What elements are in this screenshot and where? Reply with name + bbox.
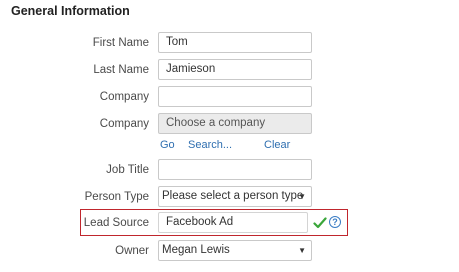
last-name-input[interactable]: Jamieson xyxy=(158,59,312,80)
company-label: Company xyxy=(99,91,149,103)
owner-select[interactable]: Megan Lewis ▼ xyxy=(158,240,312,261)
job-title-input[interactable] xyxy=(158,159,312,180)
company-choose-label: Company xyxy=(99,118,149,130)
section-title: General Information xyxy=(11,4,130,18)
company-go-link[interactable]: Go xyxy=(160,139,175,151)
person-type-value: Please select a person type xyxy=(162,190,304,202)
company-choose-field[interactable]: Choose a company xyxy=(158,113,312,134)
first-name-label: First Name xyxy=(92,37,149,49)
chevron-down-icon: ▼ xyxy=(298,246,306,255)
first-name-input[interactable]: Tom xyxy=(158,32,312,53)
last-name-label: Last Name xyxy=(93,64,149,76)
check-icon xyxy=(313,217,327,229)
company-input[interactable] xyxy=(158,86,312,107)
lead-source-input[interactable]: Facebook Ad xyxy=(158,212,308,233)
job-title-label: Job Title xyxy=(106,164,149,176)
company-search-link[interactable]: Search... xyxy=(188,139,232,151)
owner-label: Owner xyxy=(115,245,149,257)
company-clear-link[interactable]: Clear xyxy=(264,139,290,151)
person-type-select[interactable]: Please select a person type ▼ xyxy=(158,186,312,207)
help-icon[interactable]: ? xyxy=(329,216,341,228)
chevron-down-icon: ▼ xyxy=(298,192,306,201)
person-type-label: Person Type xyxy=(84,191,149,203)
lead-source-label: Lead Source xyxy=(83,217,149,229)
owner-value: Megan Lewis xyxy=(162,244,230,256)
